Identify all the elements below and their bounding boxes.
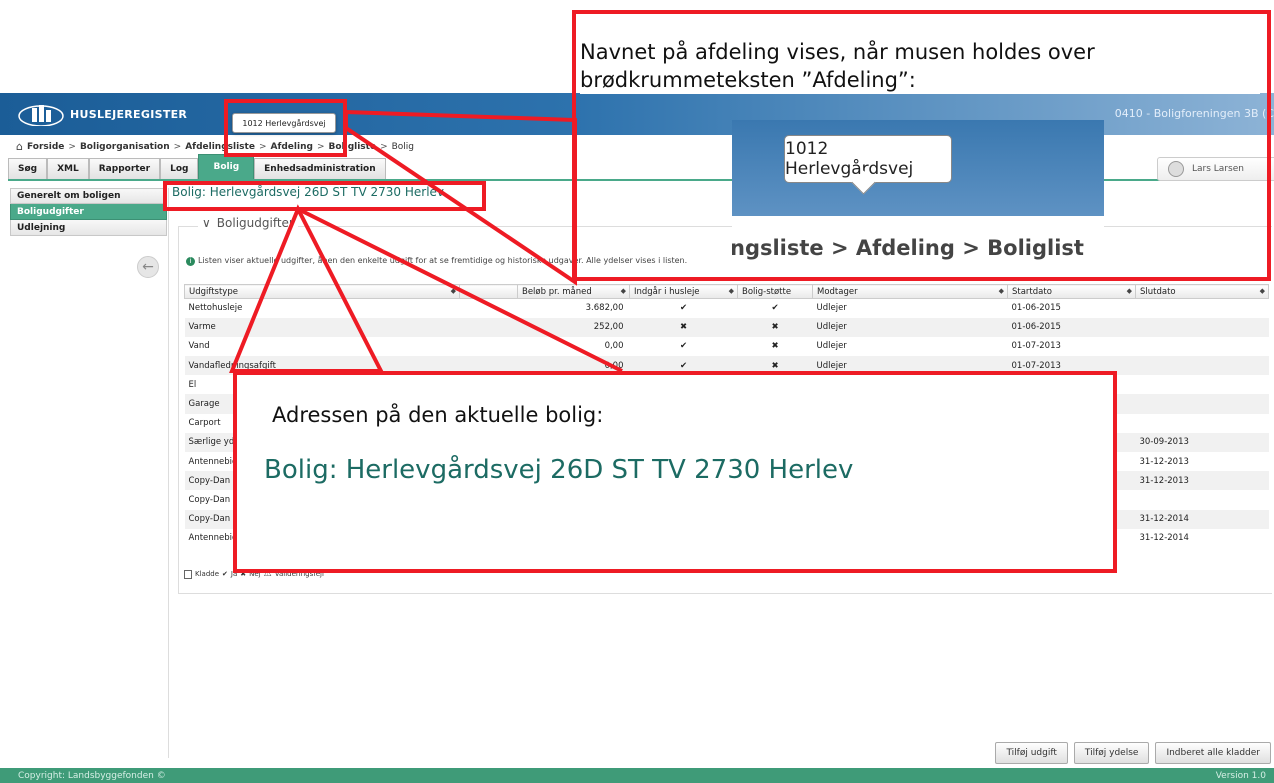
table-cell [460, 337, 518, 356]
table-cell: Vand [188, 341, 210, 352]
col-modtager[interactable]: Modtager ◆ [812, 284, 1008, 299]
logo-icon [18, 105, 64, 126]
breadcrumb-bolig: Bolig [391, 141, 415, 152]
table-cell: Varme [184, 317, 460, 337]
table-cell [1136, 375, 1269, 394]
check-icon: ✔ [222, 570, 228, 578]
col-belob[interactable]: Beløb pr. måned ◆ [517, 284, 630, 299]
draft-icon [184, 569, 192, 579]
breadcrumb-forside[interactable]: Forside [27, 142, 64, 152]
left-divider [168, 188, 169, 758]
tab-rapporter[interactable]: Rapporter [88, 158, 161, 179]
annotation-top-text: Navnet på afdeling vises, når musen hold… [580, 38, 1260, 94]
home-icon[interactable]: ⌂ [16, 140, 23, 153]
table-cell [1135, 317, 1269, 337]
table-cell [460, 299, 518, 318]
table-cell: ✖ [629, 317, 738, 337]
submit-all-drafts-button[interactable]: Indberet alle kladder [1155, 742, 1271, 764]
zoom-tooltip: 1012 Herlevgårdsvej [784, 135, 952, 183]
back-arrow-icon[interactable]: ← [137, 256, 159, 278]
table-cell [1136, 299, 1269, 318]
tab-bolig[interactable]: Bolig [198, 154, 255, 179]
tab-enhedsadministration[interactable]: Enhedsadministration [254, 158, 386, 179]
table-cell: ✔ [679, 341, 688, 352]
table-cell: 252,00 [517, 317, 630, 337]
table-cell [459, 317, 518, 337]
tab-sog[interactable]: Søg [8, 158, 48, 179]
table-cell: 01-06-2015 [1011, 303, 1061, 314]
table-cell [1136, 337, 1269, 356]
table-cell: ✔ [679, 303, 688, 314]
table-cell: Udlejer [816, 303, 847, 314]
table-cell: ✖ [737, 317, 813, 337]
table-cell: 01-07-2013 [1011, 341, 1061, 352]
tab-log[interactable]: Log [160, 158, 199, 179]
nav-udlejning[interactable]: Udlejning [10, 220, 167, 236]
table-cell: 01-06-2015 [1007, 317, 1136, 337]
section-title: Boligudgifter [216, 216, 294, 230]
table-row[interactable]: Varme 252,00 ✖ ✖ Udlejer 01-06-2015 [184, 317, 1269, 337]
table-cell: 30-09-2013 [1135, 432, 1269, 452]
copyright: Copyright: Landsbyggefonden © [18, 770, 166, 781]
table-cell: Nettohusleje [188, 303, 243, 314]
title-highlight [163, 181, 486, 211]
col-indgar[interactable]: Indgår i husleje ◆ [629, 284, 738, 299]
add-expense-button[interactable]: Tilføj udgift [995, 742, 1068, 764]
zoom-panel: 1012 Herlevgårdsvej ngsliste > Afdeling … [732, 120, 1104, 272]
table-cell: 31-12-2013 [1139, 456, 1189, 467]
nav-generelt-om-boligen[interactable]: Generelt om boligen [10, 188, 167, 204]
zoom-breadcrumb: ngsliste > Afdeling > Boliglist [732, 236, 1084, 260]
version: Version 1.0 [1215, 770, 1266, 781]
table-cell: Udlejer [812, 317, 1008, 337]
table-cell [1135, 394, 1269, 414]
table-cell: 3.682,00 [585, 303, 624, 314]
logo[interactable]: HUSLEJEREGISTER [18, 102, 187, 126]
main-tabs: Søg XML Rapporter Log Bolig Enhedsadmini… [8, 154, 386, 179]
col-boligstotte: Bolig-støtte [737, 284, 813, 299]
info-icon: i [186, 257, 195, 266]
tab-xml[interactable]: XML [47, 158, 89, 179]
add-benefit-button[interactable]: Tilføj ydelse [1073, 742, 1150, 764]
table-cell [1135, 356, 1269, 376]
annotation-bottom-text: Adressen på den aktuelle bolig: [272, 403, 604, 427]
left-nav: Generelt om boligen Boligudgifter Udlejn… [10, 188, 167, 236]
table-cell [1136, 414, 1269, 433]
legend-kladde: Kladde [195, 570, 220, 578]
table-cell: 31-12-2014 [1139, 533, 1189, 544]
logo-text: HUSLEJEREGISTER [70, 107, 188, 121]
table-cell: ✔ [771, 303, 779, 314]
section-legend[interactable]: ∨ Boligudgifter [198, 216, 298, 230]
col-udgiftstype[interactable]: Udgiftstype ◆ [184, 284, 460, 299]
tooltip-highlight [224, 99, 347, 157]
col-blank [459, 284, 518, 299]
nav-boligudgifter[interactable]: Boligudgifter [10, 204, 167, 220]
table-cell [1136, 490, 1269, 509]
table-row[interactable]: Vand 0,00 ✔ ✖ Udlejer 01-07-2013 [185, 337, 1269, 356]
annotation-address: Bolig: Herlevgårdsvej 26D ST TV 2730 Her… [258, 455, 860, 485]
breadcrumb-boligorganisation[interactable]: Boligorganisation [80, 142, 170, 152]
table-cell: 31-12-2014 [1135, 509, 1269, 529]
table-row[interactable]: Nettohusleje 3.682,00 ✔ ✔ Udlejer 01-06-2015 [185, 299, 1269, 318]
table-cell: 0,00 [604, 341, 624, 352]
col-startdato[interactable]: Startdato ◆ [1007, 284, 1136, 299]
chevron-down-icon: ∨ [202, 216, 211, 230]
footer: Copyright: Landsbyggefonden © Version 1.… [0, 768, 1274, 783]
col-slutdato[interactable]: Slutdato ◆ [1135, 284, 1269, 299]
table-cell: Udlejer [816, 341, 847, 352]
breadcrumb: ⌂ Forside > Boligorganisation > Afdelingsl… [16, 140, 415, 153]
table-cell: 31-12-2013 [1135, 471, 1269, 491]
action-buttons: Tilføj udgift Tilføj ydelse Indberet all… [995, 742, 1271, 764]
table-cell: ✖ [771, 341, 779, 352]
